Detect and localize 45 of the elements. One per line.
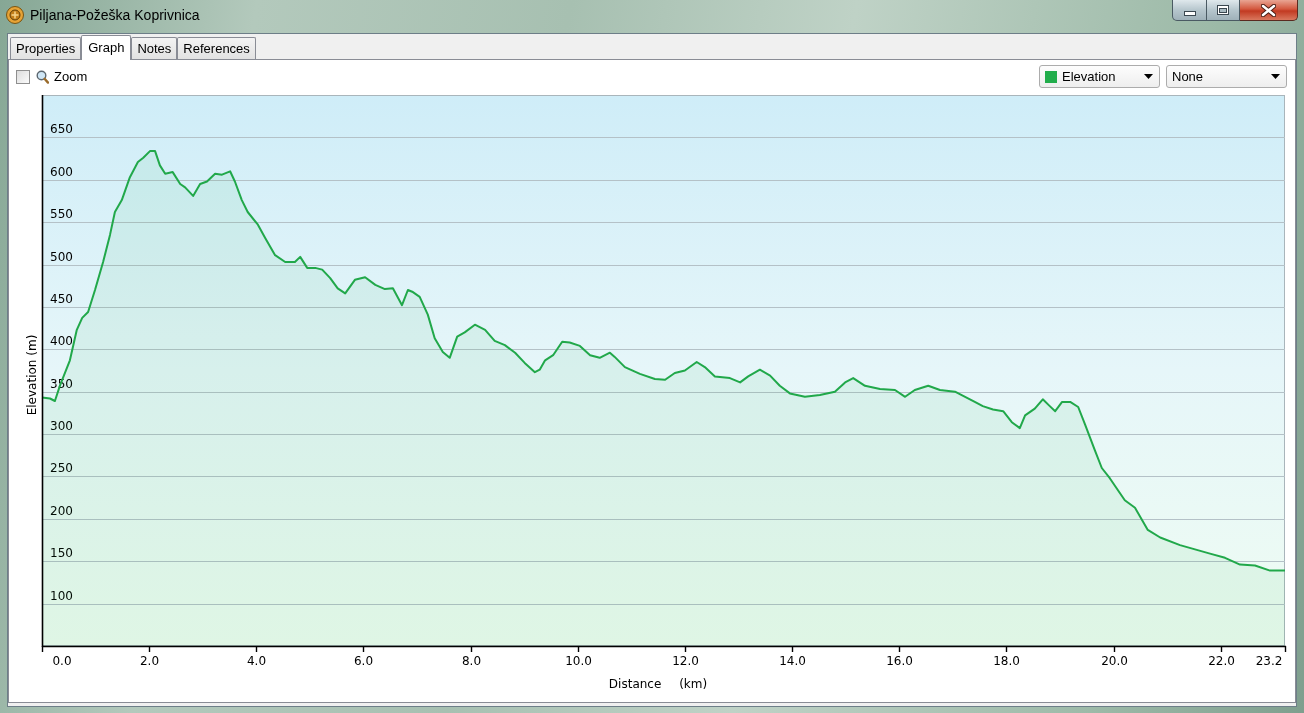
y-tick-label: 500 bbox=[50, 249, 73, 264]
dropdown[interactable]: Elevation bbox=[1039, 65, 1160, 88]
y-tick-label: 250 bbox=[50, 460, 73, 475]
caret-icon bbox=[1144, 74, 1153, 79]
x-tick-label: 16.0 bbox=[886, 654, 913, 668]
tab[interactable]: Graph bbox=[81, 35, 132, 60]
close-button[interactable] bbox=[1240, 0, 1298, 21]
caret-icon bbox=[1271, 74, 1280, 79]
x-tick-label: 23.2 bbox=[1255, 654, 1283, 668]
minimize-icon bbox=[1183, 11, 1196, 16]
x-tick-label: 6.0 bbox=[353, 654, 374, 668]
x-tick-label: 4.0 bbox=[246, 654, 267, 668]
target-icon bbox=[6, 6, 24, 24]
y-tick-label: 650 bbox=[50, 121, 73, 136]
tab[interactable]: References bbox=[177, 37, 256, 59]
y-axis-title: Elevation (m) bbox=[25, 334, 39, 416]
x-tick-label: 18.0 bbox=[993, 654, 1020, 668]
tab[interactable]: Properties bbox=[10, 37, 82, 59]
y-tick-label: 300 bbox=[50, 418, 73, 433]
x-tick-label: 12.0 bbox=[672, 654, 699, 668]
dropdown[interactable]: None bbox=[1166, 65, 1287, 88]
x-tick-label: 8.0 bbox=[461, 654, 482, 668]
y-tick-label: 550 bbox=[50, 206, 73, 221]
x-tick-label: 2.0 bbox=[139, 654, 160, 668]
x-tick-label: 10.0 bbox=[565, 654, 592, 668]
y-tick-label: 600 bbox=[50, 164, 73, 179]
x-tick-label: 0.0 bbox=[52, 654, 72, 668]
minimize-button[interactable] bbox=[1172, 0, 1207, 21]
y-tick-label: 400 bbox=[50, 333, 73, 348]
x-tick-label: 22.0 bbox=[1208, 654, 1235, 668]
window-title: Piljana-Požeška Koprivnica bbox=[30, 5, 200, 25]
y-tick-label: 450 bbox=[50, 291, 73, 306]
tab[interactable]: Notes bbox=[131, 37, 178, 59]
x-axis-title: Distance (km) bbox=[608, 677, 708, 691]
close-icon bbox=[1261, 3, 1276, 17]
maximize-button[interactable] bbox=[1207, 0, 1240, 21]
magnifier-icon bbox=[36, 69, 49, 84]
x-tick-label: 20.0 bbox=[1101, 654, 1128, 668]
x-tick-label: 14.0 bbox=[779, 654, 806, 668]
y-tick-label: 200 bbox=[50, 503, 73, 518]
y-tick-label: 100 bbox=[50, 588, 73, 603]
checkbox-label[interactable]: Zoom bbox=[54, 66, 88, 87]
y-tick-label: 150 bbox=[50, 545, 73, 560]
checkbox[interactable] bbox=[16, 69, 30, 84]
maximize-icon bbox=[1217, 5, 1229, 15]
